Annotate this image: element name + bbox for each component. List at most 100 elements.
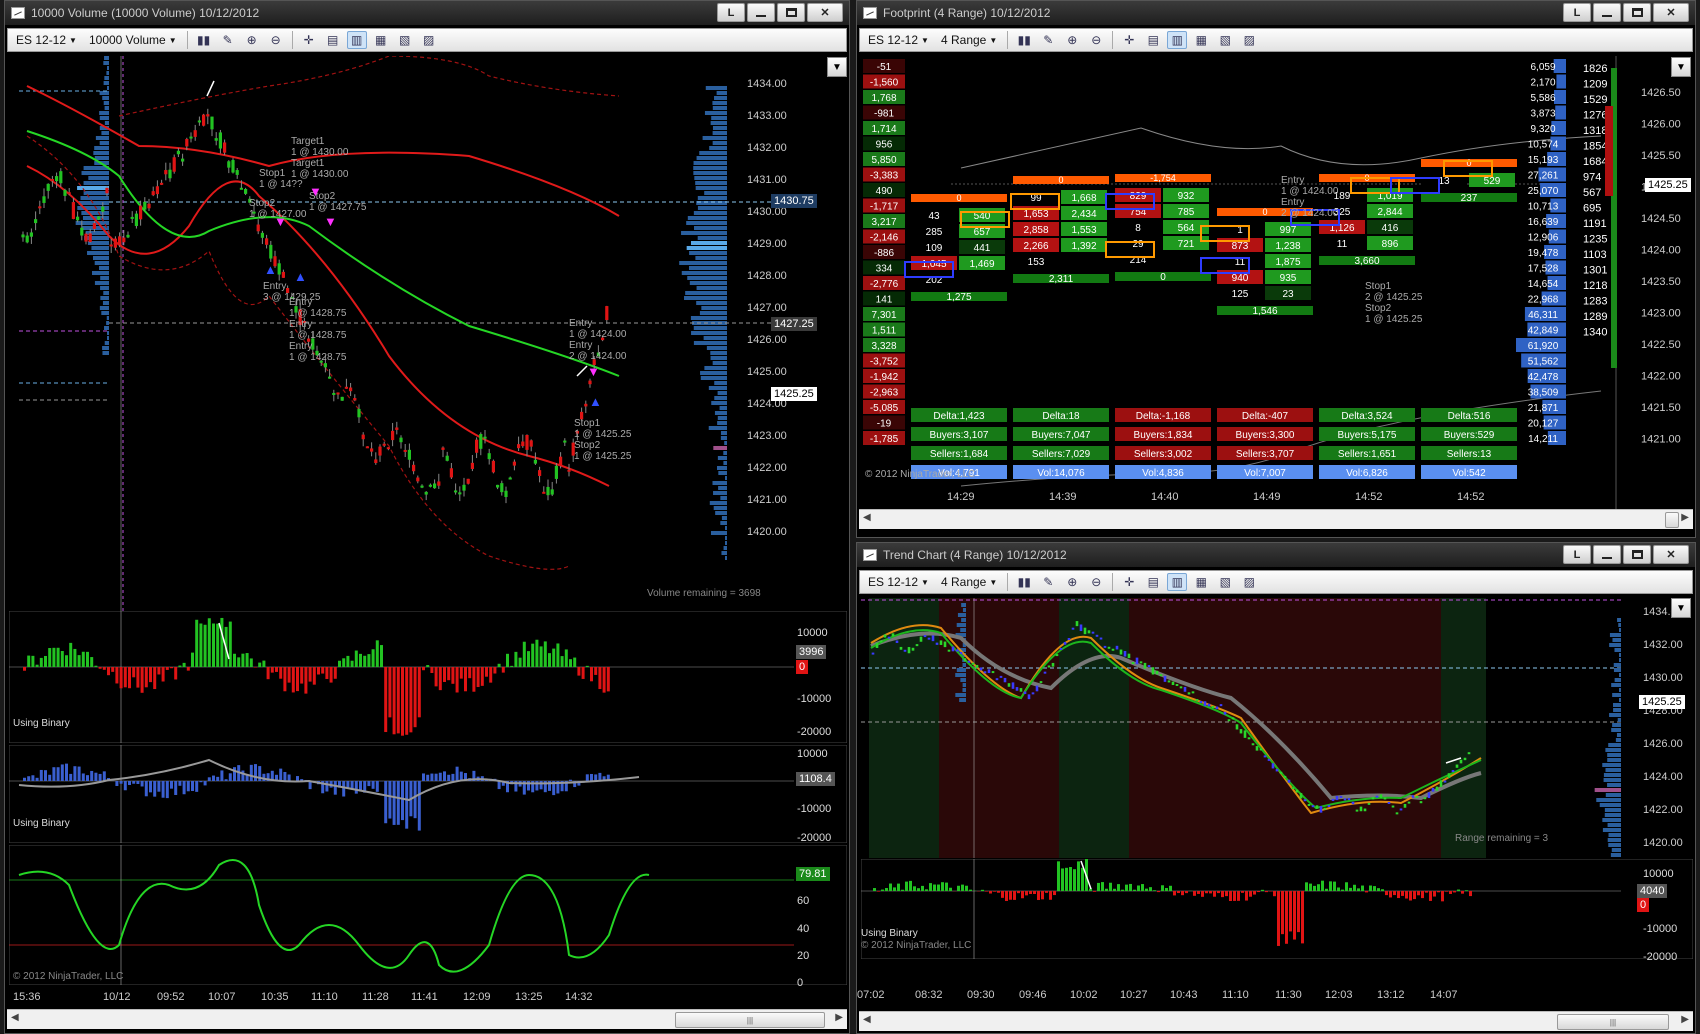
link-button[interactable]: L xyxy=(1563,3,1591,22)
bar-style-icon[interactable]: ▮▮ xyxy=(1014,573,1034,591)
trend-bar xyxy=(1095,634,1099,637)
volume-profile-bar xyxy=(724,441,727,445)
volume-delta-panel[interactable] xyxy=(9,611,847,743)
scroll-thumb[interactable]: ||| xyxy=(1557,1014,1669,1030)
trend-bar xyxy=(1295,789,1299,793)
horizontal-scrollbar[interactable]: ◀ ||| ▶ xyxy=(7,1009,847,1029)
zoom-in-icon[interactable]: ⊕ xyxy=(1062,573,1082,591)
minimize-button[interactable] xyxy=(747,3,775,22)
period-selector[interactable]: 4 Range ▼ xyxy=(937,575,1001,589)
instrument-selector[interactable]: ES 12-12 ▼ xyxy=(864,33,933,47)
candle xyxy=(277,263,281,275)
zoom-in-icon[interactable]: ⊕ xyxy=(1062,31,1082,49)
volume-profile-bar xyxy=(704,191,727,195)
oscillator-bar xyxy=(165,781,169,799)
scroll-right-icon[interactable]: ▶ xyxy=(1681,1014,1689,1025)
scroll-left-icon[interactable]: ◀ xyxy=(11,1012,19,1023)
trend-volume-panel[interactable] xyxy=(861,859,1693,959)
volume-chart-window[interactable]: 10000 Volume (10000 Volume) 10/12/2012 L… xyxy=(4,0,850,1034)
time-axis-label: 14:32 xyxy=(565,991,593,1003)
maximize-button[interactable] xyxy=(1623,545,1651,564)
trend-price-panel[interactable] xyxy=(861,598,1693,858)
strategies-icon[interactable]: ▦ xyxy=(1191,573,1211,591)
templates-icon[interactable]: ▨ xyxy=(419,31,439,49)
drawing-tool-icon[interactable]: ✎ xyxy=(1038,573,1058,591)
properties-icon[interactable]: ▧ xyxy=(1215,573,1235,591)
trend-bar xyxy=(1219,704,1223,707)
footprint-cell-value: 829 xyxy=(1130,191,1147,202)
data-box-icon[interactable]: ▤ xyxy=(323,31,343,49)
stochastic-panel[interactable] xyxy=(9,845,847,985)
zoom-out-icon[interactable]: ⊖ xyxy=(1086,573,1106,591)
drawing-tool-icon[interactable]: ✎ xyxy=(1038,31,1058,49)
drawing-tool-icon[interactable]: ✎ xyxy=(218,31,238,49)
close-button[interactable]: ✕ xyxy=(1653,3,1689,22)
delta-bar xyxy=(1333,881,1336,891)
count-value: 1318 xyxy=(1583,125,1607,137)
scroll-right-icon[interactable]: ▶ xyxy=(835,1012,843,1023)
minimize-button[interactable] xyxy=(1593,545,1621,564)
price-axis-label: 1431.00 xyxy=(747,174,787,186)
scroll-left-icon[interactable]: ◀ xyxy=(863,1014,871,1025)
delta-bar xyxy=(212,623,215,667)
crosshair-icon[interactable]: ✛ xyxy=(1119,31,1139,49)
scroll-right-icon[interactable]: ▶ xyxy=(1681,512,1689,523)
indicators-icon[interactable]: ▥ xyxy=(1167,573,1188,591)
chart-menu-dropdown[interactable]: ▼ xyxy=(1671,57,1691,77)
candle xyxy=(470,462,474,469)
link-button[interactable]: L xyxy=(717,3,745,22)
indicators-icon[interactable]: ▥ xyxy=(1167,31,1188,49)
crosshair-icon[interactable]: ✛ xyxy=(1119,573,1139,591)
horizontal-scrollbar[interactable]: ◀ ||| ▶ xyxy=(859,1011,1693,1031)
indicators-icon[interactable]: ▥ xyxy=(346,31,367,49)
delta-bar xyxy=(48,648,52,667)
chart-menu-dropdown[interactable]: ▼ xyxy=(827,57,847,77)
maximize-button[interactable] xyxy=(777,3,805,22)
templates-icon[interactable]: ▨ xyxy=(1239,573,1259,591)
zoom-out-icon[interactable]: ⊖ xyxy=(1086,31,1106,49)
window-titlebar[interactable]: Footprint (4 Range) 10/12/2012 L ✕ xyxy=(857,1,1695,25)
volume-profile-bar xyxy=(1553,59,1566,73)
window-titlebar[interactable]: 10000 Volume (10000 Volume) 10/12/2012 L… xyxy=(5,1,849,25)
properties-icon[interactable]: ▧ xyxy=(1215,31,1235,49)
strategies-icon[interactable]: ▦ xyxy=(371,31,391,49)
templates-icon[interactable]: ▨ xyxy=(1239,31,1259,49)
maximize-button[interactable] xyxy=(1623,3,1651,22)
crosshair-icon[interactable]: ✛ xyxy=(299,31,319,49)
delta-bar xyxy=(396,667,400,734)
delta-bar xyxy=(451,667,455,684)
instrument-selector[interactable]: ES 12-12 ▼ xyxy=(864,575,933,589)
volume-oscillator-panel[interactable] xyxy=(9,745,847,843)
chart-menu-dropdown[interactable]: ▼ xyxy=(1671,598,1691,618)
price-axis-label: 1422.00 xyxy=(1641,371,1681,383)
data-box-icon[interactable]: ▤ xyxy=(1143,573,1163,591)
scroll-thumb[interactable] xyxy=(1665,512,1679,528)
close-button[interactable]: ✕ xyxy=(807,3,843,22)
price-panel[interactable]: Target11 @ 1430.00Target11 @ 1430.00Stop… xyxy=(9,56,847,611)
footprint-window[interactable]: Footprint (4 Range) 10/12/2012 L ✕ ES 12… xyxy=(856,0,1696,538)
zoom-out-icon[interactable]: ⊖ xyxy=(266,31,286,49)
period-selector[interactable]: 4 Range ▼ xyxy=(937,33,1001,47)
bar-style-icon[interactable]: ▮▮ xyxy=(1014,31,1034,49)
link-button[interactable]: L xyxy=(1563,545,1591,564)
strategies-icon[interactable]: ▦ xyxy=(1191,31,1211,49)
minimize-button[interactable] xyxy=(1593,3,1621,22)
window-titlebar[interactable]: Trend Chart (4 Range) 10/12/2012 L ✕ xyxy=(857,543,1695,567)
properties-icon[interactable]: ▧ xyxy=(395,31,415,49)
price-axis-label: 1423.00 xyxy=(1641,308,1681,320)
trend-bar xyxy=(1199,701,1203,704)
footprint-panel[interactable]: -51 -1,560 1,768 -981 1,714 956 5,850 -3,383 490… xyxy=(861,56,1693,511)
data-box-icon[interactable]: ▤ xyxy=(1143,31,1163,49)
delta-bar xyxy=(1157,891,1160,893)
trade-annotation: 1 @ 1427.75 xyxy=(309,202,367,213)
oscillator-bar xyxy=(233,767,236,781)
bar-style-icon[interactable]: ▮▮ xyxy=(194,31,214,49)
zoom-in-icon[interactable]: ⊕ xyxy=(242,31,262,49)
instrument-selector[interactable]: ES 12-12 ▼ xyxy=(12,33,81,47)
horizontal-scrollbar[interactable]: ◀ ▶ xyxy=(859,509,1693,529)
close-button[interactable]: ✕ xyxy=(1653,545,1689,564)
scroll-left-icon[interactable]: ◀ xyxy=(863,512,871,523)
period-selector[interactable]: 10000 Volume ▼ xyxy=(85,33,181,47)
scroll-thumb[interactable]: ||| xyxy=(675,1012,825,1028)
trend-chart-window[interactable]: Trend Chart (4 Range) 10/12/2012 L ✕ ES … xyxy=(856,542,1696,1034)
